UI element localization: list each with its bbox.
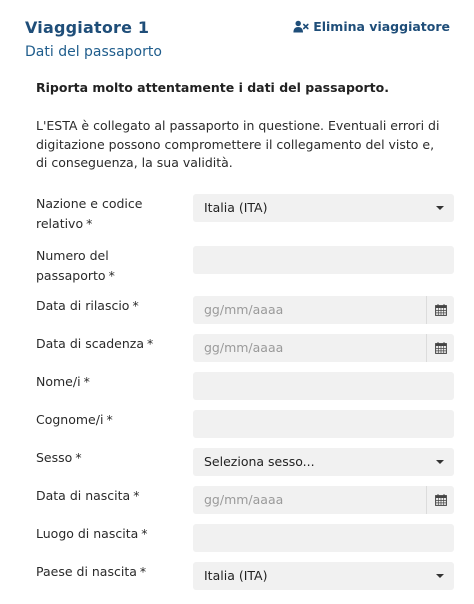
- calendar-icon: [434, 342, 447, 354]
- first-name-input[interactable]: [193, 372, 454, 400]
- caret-down-icon: [436, 574, 444, 578]
- date-placeholder: gg/mm/aaaa: [204, 492, 284, 507]
- issue-date-input[interactable]: gg/mm/aaaa: [193, 296, 454, 324]
- required-asterisk: *: [141, 526, 148, 541]
- expiry-date-input[interactable]: gg/mm/aaaa: [193, 334, 454, 362]
- date-placeholder: gg/mm/aaaa: [204, 302, 284, 317]
- calendar-button[interactable]: [426, 486, 454, 514]
- traveler-title: Viaggiatore 1: [25, 18, 150, 37]
- required-asterisk: *: [83, 374, 90, 389]
- field-label: Data di nascita *: [36, 488, 140, 503]
- field-label: Numero del passaporto *: [36, 248, 115, 283]
- required-asterisk: *: [86, 216, 93, 231]
- required-asterisk: *: [108, 268, 115, 283]
- date-placeholder: gg/mm/aaaa: [204, 340, 284, 355]
- nationality-select[interactable]: Italia (ITA): [193, 194, 454, 222]
- traveler-header: Viaggiatore 1 Elimina viaggiatore Dati d…: [0, 0, 474, 70]
- required-asterisk: *: [75, 450, 82, 465]
- intro-description: L'ESTA è collegato al passaporto in ques…: [36, 118, 440, 170]
- calendar-icon: [434, 304, 447, 316]
- select-value: Italia (ITA): [204, 568, 268, 583]
- field-label: Data di rilascio *: [36, 298, 139, 313]
- field-label: Sesso *: [36, 450, 82, 465]
- calendar-icon: [434, 494, 447, 506]
- field-label: Nazione e codice relativo *: [36, 196, 143, 231]
- birth-place-input[interactable]: [193, 524, 454, 552]
- birth-country-select[interactable]: Italia (ITA): [193, 562, 454, 590]
- required-asterisk: *: [133, 488, 140, 503]
- birth-date-input[interactable]: gg/mm/aaaa: [193, 486, 454, 514]
- field-label: Cognome/i *: [36, 412, 113, 427]
- field-label: Luogo di nascita *: [36, 526, 148, 541]
- required-asterisk: *: [139, 564, 147, 579]
- sex-select[interactable]: Seleziona sesso...: [193, 448, 454, 476]
- required-asterisk: *: [132, 298, 139, 313]
- passport-form: Riporta molto attentamente i dati del pa…: [20, 70, 454, 604]
- select-value: Italia (ITA): [204, 200, 268, 215]
- field-label: Nome/i *: [36, 374, 90, 389]
- calendar-button[interactable]: [426, 334, 454, 362]
- last-name-input[interactable]: [193, 410, 454, 438]
- caret-down-icon: [436, 206, 444, 210]
- user-remove-icon: [293, 20, 309, 33]
- calendar-button[interactable]: [426, 296, 454, 324]
- select-value: Seleziona sesso...: [204, 454, 315, 469]
- section-title: Dati del passaporto: [25, 44, 162, 60]
- caret-down-icon: [436, 460, 444, 464]
- passport-number-input[interactable]: [193, 246, 454, 274]
- required-asterisk: *: [147, 336, 154, 351]
- delete-traveler-button[interactable]: Elimina viaggiatore: [293, 19, 450, 34]
- field-label: Data di scadenza *: [36, 336, 154, 351]
- required-asterisk: *: [106, 412, 113, 427]
- intro-lead: Riporta molto attentamente i dati del pa…: [36, 80, 389, 95]
- field-label: Paese di nascita *: [36, 564, 147, 579]
- delete-traveler-label: Elimina viaggiatore: [313, 19, 450, 34]
